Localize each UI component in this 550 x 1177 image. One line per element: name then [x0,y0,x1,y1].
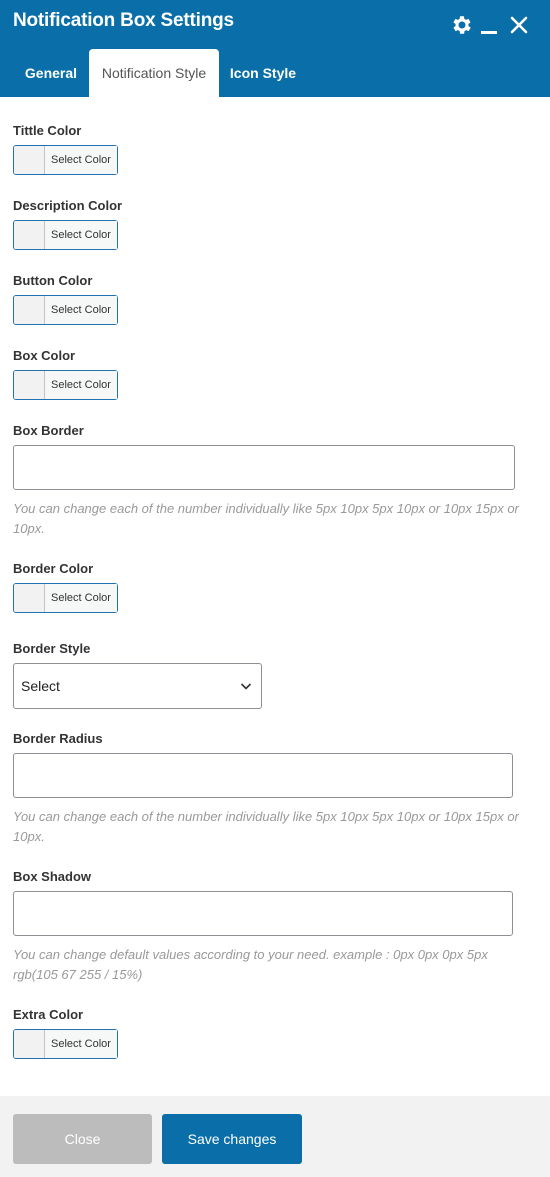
dialog-header: Notification Box Settings General Notifi… [0,0,550,97]
tab-icon-style[interactable]: Icon Style [219,49,307,97]
border-color-label: Border Color [13,561,94,576]
box-border-help: You can change each of the number indivi… [13,501,519,536]
select-value: Select [21,678,60,694]
border-radius-input[interactable] [13,753,513,798]
button-color-label: Button Color [13,273,93,288]
select-color-label: Select Color [45,584,117,612]
tab-notification-style[interactable]: Notification Style [89,49,219,97]
title-color-picker[interactable]: Select Color [13,145,118,175]
box-color-picker[interactable]: Select Color [13,370,118,400]
description-color-label: Description Color [13,198,123,213]
box-shadow-input[interactable] [13,891,513,936]
color-swatch [14,146,45,174]
box-border-input[interactable] [13,445,515,490]
select-color-label: Select Color [45,1030,117,1058]
color-swatch [14,296,45,324]
minimize-icon[interactable] [478,13,502,37]
dialog-footer: Close Save changes [0,1096,550,1177]
color-swatch [14,584,45,612]
border-style-label: Border Style [13,641,91,656]
extra-color-label: Extra Color [13,1007,84,1022]
save-button[interactable]: Save changes [162,1114,302,1164]
box-shadow-label: Box Shadow [13,869,92,884]
color-swatch [14,1030,45,1058]
select-color-label: Select Color [45,296,117,324]
border-style-select[interactable]: Select [13,663,262,709]
border-radius-label: Border Radius [13,731,103,746]
box-border-label: Box Border [13,423,84,438]
chevron-down-icon [240,683,252,690]
button-color-picker[interactable]: Select Color [13,295,118,325]
border-radius-help: You can change each of the number indivi… [13,809,519,844]
box-color-label: Box Color [13,348,76,363]
close-icon[interactable] [507,13,531,37]
gear-icon[interactable] [450,13,474,37]
select-color-label: Select Color [45,371,117,399]
close-button[interactable]: Close [13,1114,152,1164]
tab-bar: General Notification Style Icon Style [0,49,550,97]
description-color-picker[interactable]: Select Color [13,220,118,250]
title-color-label: Tittle Color [13,123,82,138]
border-color-picker[interactable]: Select Color [13,583,118,613]
select-color-label: Select Color [45,221,117,249]
tab-general[interactable]: General [13,49,89,97]
color-swatch [14,371,45,399]
select-color-label: Select Color [45,146,117,174]
extra-color-picker[interactable]: Select Color [13,1029,118,1059]
box-shadow-help: You can change default values according … [13,947,488,982]
dialog-title: Notification Box Settings [13,10,234,31]
color-swatch [14,221,45,249]
